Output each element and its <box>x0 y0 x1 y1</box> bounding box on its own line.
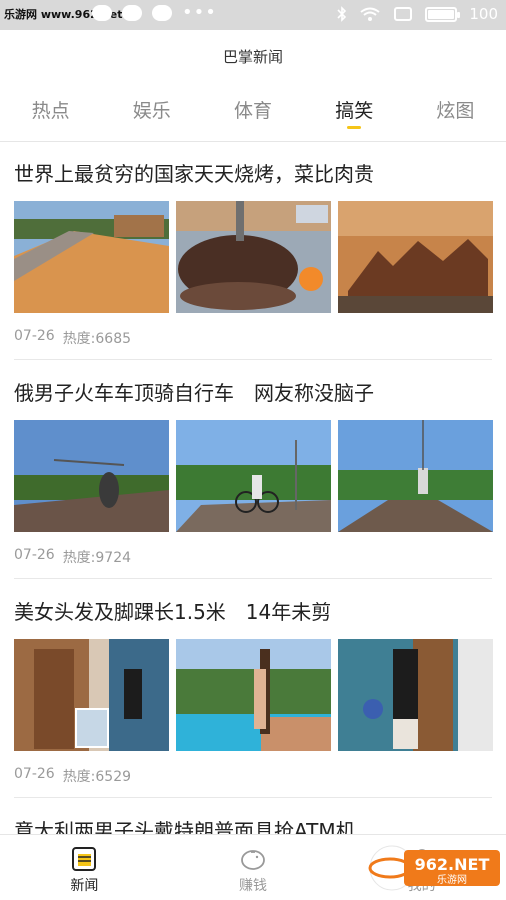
logo-subtext: 乐游网 <box>437 873 467 886</box>
tab-funny[interactable]: 搞笑 <box>304 96 405 141</box>
tab-pictures[interactable]: 炫图 <box>405 96 506 141</box>
news-title[interactable]: 美女头发及脚踝长1.5米 14年未剪 <box>14 596 492 625</box>
heat-count: 热度:9724 <box>62 550 132 566</box>
nav-news[interactable]: 新闻 <box>0 835 169 900</box>
system-indicators: 100 <box>337 5 498 23</box>
more-notifications-icon: ••• <box>182 2 217 23</box>
tab-label: 娱乐 <box>132 100 171 122</box>
publish-date: 07-26 <box>14 547 55 563</box>
grilled-meat-rack-photo[interactable] <box>338 201 493 313</box>
battery-fill <box>428 9 455 19</box>
battery-icon <box>425 6 461 22</box>
nav-label: 赚钱 <box>239 878 267 894</box>
wechat-icon <box>152 5 172 21</box>
tab-entertainment[interactable]: 娱乐 <box>101 96 202 141</box>
news-item[interactable]: 美女头发及脚踝长1.5米 14年未剪 07-26 热度:6529 <box>14 596 493 798</box>
active-tab-indicator <box>347 126 362 129</box>
bluetooth-icon <box>337 6 347 22</box>
tab-label: 体育 <box>234 100 273 122</box>
news-thumbnails <box>14 201 493 313</box>
news-item[interactable]: 世界上最贫穷的国家天天烧烤，菜比肉贵 07-26 热度:6685 <box>14 158 493 360</box>
publish-date: 07-26 <box>14 328 55 344</box>
nav-label: 新闻 <box>70 878 99 894</box>
news-thumbnails <box>14 639 493 751</box>
news-meta: 07-26 热度:6529 <box>14 766 131 786</box>
wifi-icon <box>360 7 380 21</box>
tab-label: 热点 <box>31 100 70 122</box>
message-icon <box>92 5 112 21</box>
nav-earn[interactable]: 赚钱 <box>169 835 338 900</box>
news-thumbnails <box>14 420 493 532</box>
roasting-meat-photo[interactable] <box>176 201 331 313</box>
news-item[interactable]: 俄男子火车车顶骑自行车 网友称没脑子 07-26 热度:9724 <box>14 377 493 579</box>
news-meta: 07-26 热度:6685 <box>14 328 131 348</box>
news-title[interactable]: 俄男子火车车顶骑自行车 网友称没脑子 <box>14 377 492 406</box>
publish-date: 07-26 <box>14 766 55 782</box>
screen-icon <box>394 7 413 21</box>
heat-count: 热度:6685 <box>62 331 132 347</box>
train-roof-cyclist-photo-3[interactable] <box>338 420 493 532</box>
heat-count: 热度:6529 <box>62 769 132 785</box>
962-net-logo: 962.NET 乐游网 <box>368 845 500 891</box>
tab-hot[interactable]: 热点 <box>0 96 101 141</box>
category-tabs: 热点 娱乐 体育 搞笑 炫图 <box>0 96 506 142</box>
news-title[interactable]: 世界上最贫穷的国家天天烧烤，菜比肉贵 <box>14 158 492 187</box>
news-meta: 07-26 热度:9724 <box>14 547 131 567</box>
chat-icon <box>122 5 142 21</box>
news-icon <box>72 847 97 871</box>
tab-label: 炫图 <box>436 100 475 122</box>
dirt-road-photo[interactable] <box>14 201 169 313</box>
news-item[interactable]: 意大利两男子头戴特朗普面具抢ATM机 <box>14 815 492 835</box>
long-hair-woman-photo-1[interactable] <box>14 639 169 751</box>
long-hair-woman-photo-2[interactable] <box>338 639 493 751</box>
long-hair-woman-pool-photo[interactable] <box>176 639 331 751</box>
news-title[interactable]: 意大利两男子头戴特朗普面具抢ATM机 <box>14 815 492 835</box>
divider <box>14 797 492 798</box>
divider <box>14 359 492 360</box>
train-roof-cyclist-photo-1[interactable] <box>14 420 169 532</box>
tab-sports[interactable]: 体育 <box>202 96 303 141</box>
train-roof-cyclist-photo-2[interactable] <box>176 420 331 532</box>
piggy-bank-icon <box>241 850 265 870</box>
divider <box>14 578 492 579</box>
tab-label: 搞笑 <box>335 100 374 122</box>
battery-percentage: 100 <box>469 5 498 23</box>
notification-icons: ••• <box>92 2 217 23</box>
logo-text: 962.NET <box>415 855 490 874</box>
app-title: 巴掌新闻 <box>222 48 283 66</box>
status-bar: 乐游网 www.962.net ••• 100 <box>0 0 506 30</box>
